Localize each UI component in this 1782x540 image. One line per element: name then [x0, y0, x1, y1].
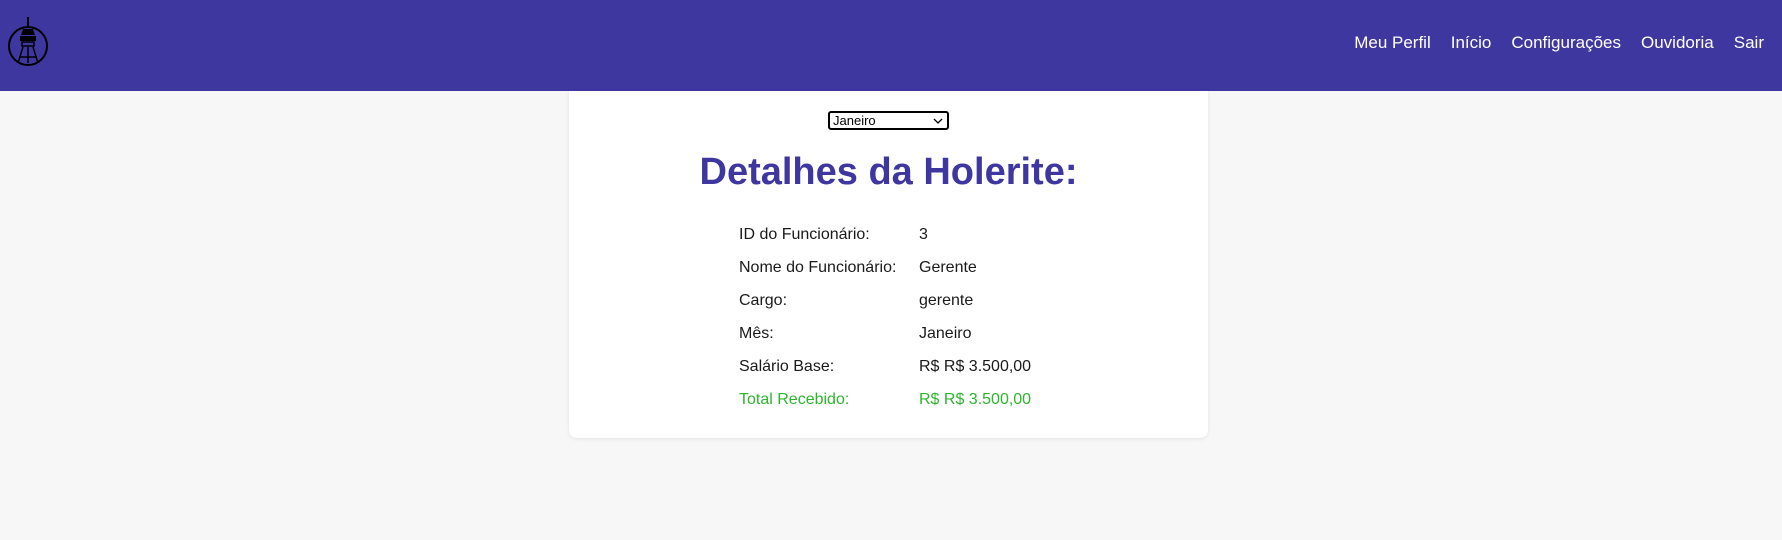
total-value: R$ R$ 3.500,00 — [919, 390, 1032, 408]
page-title: Detalhes da Holerite: — [699, 151, 1078, 193]
detail-label: ID do Funcionário: — [739, 225, 870, 243]
detail-row-month: Mês: Janeiro — [739, 317, 1031, 350]
detail-value: Janeiro — [919, 324, 972, 342]
navbar: Meu Perfil Início Configurações Ouvidori… — [0, 0, 1782, 91]
total-label: Total Recebido: — [739, 390, 850, 408]
tower-icon[interactable] — [7, 15, 49, 67]
nav-link-meu-perfil[interactable]: Meu Perfil — [1354, 33, 1431, 53]
detail-row-base-salary: Salário Base: R$ R$ 3.500,00 — [739, 350, 1031, 383]
month-select-value: Janeiro — [833, 113, 876, 128]
detail-value: Gerente — [919, 258, 977, 276]
detail-value: gerente — [919, 291, 974, 309]
detail-value: 3 — [919, 225, 928, 243]
nav-link-sair[interactable]: Sair — [1734, 33, 1764, 53]
nav-link-inicio[interactable]: Início — [1451, 33, 1492, 53]
detail-value: R$ R$ 3.500,00 — [919, 357, 1032, 375]
chevron-down-icon — [933, 118, 943, 124]
nav-link-ouvidoria[interactable]: Ouvidoria — [1641, 33, 1714, 53]
detail-row-role: Cargo: gerente — [739, 284, 1031, 317]
detail-label: Mês: — [739, 324, 774, 342]
nav-links: Meu Perfil Início Configurações Ouvidori… — [1334, 0, 1764, 86]
month-select[interactable]: Janeiro — [828, 111, 949, 130]
detail-row-employee-id: ID do Funcionário: 3 — [739, 218, 1031, 251]
detail-label: Salário Base: — [739, 357, 835, 375]
detail-row-total-received: Total Recebido: R$ R$ 3.500,00 — [739, 383, 1031, 416]
payslip-card: Janeiro Detalhes da Holerite: ID do Func… — [569, 91, 1208, 438]
nav-link-configuracoes[interactable]: Configurações — [1511, 33, 1621, 53]
payslip-details: ID do Funcionário: 3 Nome do Funcionário… — [739, 218, 1031, 416]
detail-label: Nome do Funcionário: — [739, 258, 897, 276]
detail-label: Cargo: — [739, 291, 788, 309]
detail-row-employee-name: Nome do Funcionário: Gerente — [739, 251, 1031, 284]
